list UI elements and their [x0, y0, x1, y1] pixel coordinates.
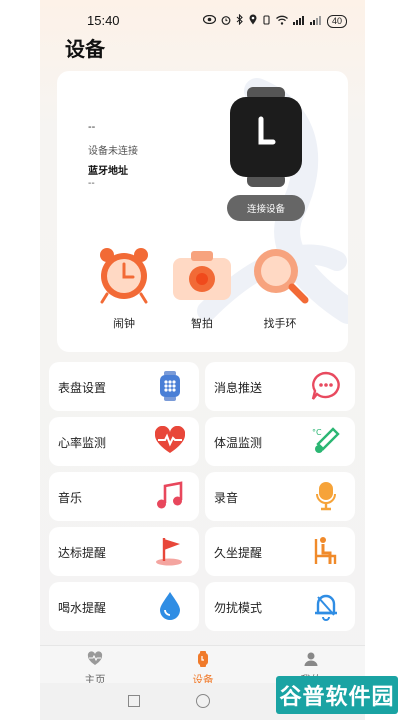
feature-watch-face[interactable]: 表盘设置 [49, 362, 199, 411]
music-note-icon [157, 481, 183, 509]
feature-label: 表盘设置 [58, 381, 107, 395]
camera-label: 智拍 [191, 318, 213, 330]
feature-recording[interactable]: 录音 [205, 472, 355, 521]
page-title: 设备 [65, 39, 105, 61]
sedentary-chair-icon [314, 537, 337, 564]
feature-message-push[interactable]: 消息推送 [205, 362, 355, 411]
status-icons: 40 [202, 13, 347, 28]
device-card: -- 设备未连接 蓝牙地址 -- 连接设备 闹钟 智拍 找手环 [57, 71, 348, 352]
signal-icon [309, 15, 322, 28]
feature-temperature[interactable]: 体温监测 °C [205, 417, 355, 466]
watch-face-icon [160, 371, 180, 401]
bluetooth-icon [236, 13, 244, 28]
battery-indicator: 40 [326, 14, 347, 28]
watch-icon [198, 651, 208, 667]
status-bar: 15:40 40 [40, 10, 365, 32]
watermark-logo: 谷普软件园 [276, 676, 398, 714]
feature-label: 达标提醒 [58, 546, 107, 560]
alarm-label: 闹钟 [113, 318, 135, 330]
feature-label: 录音 [214, 491, 239, 505]
location-icon [249, 14, 257, 28]
heart-rate-icon [155, 426, 185, 453]
signal-5g-icon [292, 15, 305, 28]
recent-apps-button[interactable] [128, 695, 140, 707]
feature-label: 喝水提醒 [58, 601, 107, 615]
tab-home[interactable]: 主页 [65, 648, 125, 687]
status-time: 15:40 [87, 13, 120, 28]
thermometer-icon: °C [312, 427, 340, 453]
alarm-clock-icon [100, 248, 148, 304]
quick-action-alarm[interactable]: 闹钟 [89, 246, 159, 331]
magnifier-icon [254, 249, 309, 304]
feature-label: 消息推送 [214, 381, 263, 395]
tab-device[interactable]: 设备 [173, 648, 233, 687]
vibrate-icon [262, 14, 271, 28]
feature-label: 心率监测 [58, 436, 107, 450]
feature-do-not-disturb[interactable]: 勿扰模式 [205, 582, 355, 631]
alarm-status-icon [221, 15, 231, 28]
right-margin [365, 0, 405, 720]
feature-water-reminder[interactable]: 喝水提醒 [49, 582, 199, 631]
feature-goal-reminder[interactable]: 达标提醒 [49, 527, 199, 576]
microphone-icon [316, 482, 336, 511]
feature-music[interactable]: 音乐 [49, 472, 199, 521]
bluetooth-address-value: -- [88, 178, 95, 189]
feature-label: 久坐提醒 [214, 546, 263, 560]
left-margin [0, 0, 40, 720]
flag-icon [156, 538, 182, 566]
do-not-disturb-bell-icon [315, 594, 337, 621]
feature-label: 音乐 [58, 491, 83, 505]
bluetooth-address-label: 蓝牙地址 [88, 166, 128, 177]
water-drop-icon [160, 592, 180, 620]
device-status: 设备未连接 [88, 146, 138, 157]
feature-heart-rate[interactable]: 心率监测 [49, 417, 199, 466]
quick-action-camera[interactable]: 智拍 [167, 246, 237, 331]
wifi-icon [276, 15, 288, 28]
home-button[interactable] [196, 694, 210, 708]
device-name: -- [88, 121, 96, 133]
connect-device-button[interactable]: 连接设备 [227, 195, 305, 221]
eye-icon [202, 14, 217, 27]
feature-label: 勿扰模式 [214, 601, 263, 615]
message-bubble-icon [311, 371, 340, 400]
svg-text:°C: °C [312, 428, 322, 437]
feature-label: 体温监测 [214, 436, 263, 450]
feature-sedentary-reminder[interactable]: 久坐提醒 [205, 527, 355, 576]
person-icon [304, 652, 318, 666]
heart-pulse-icon [87, 651, 103, 665]
find-band-label: 找手环 [263, 318, 297, 330]
smartwatch-icon [230, 87, 302, 187]
quick-action-find-band[interactable]: 找手环 [245, 246, 315, 331]
camera-icon [173, 251, 231, 300]
